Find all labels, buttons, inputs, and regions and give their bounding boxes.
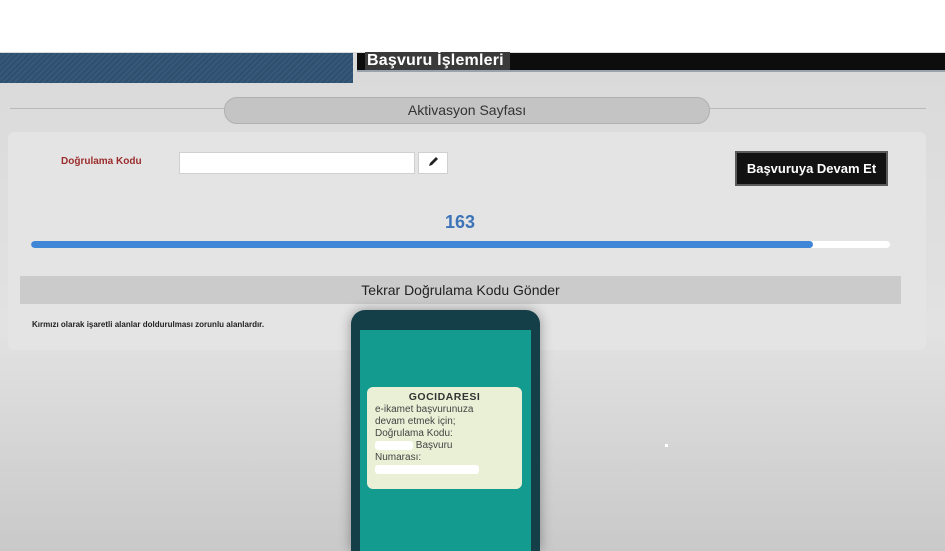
sms-line-1: e-ikamet başvurunuza: [375, 404, 474, 415]
divider-right: [708, 108, 926, 109]
sms-line-4: Başvuru: [415, 440, 453, 451]
countdown-progress-fill: [31, 241, 813, 248]
header-brand-block: [0, 53, 353, 83]
header-title: Başvuru İşlemleri: [365, 52, 510, 70]
sms-line-5: Numarası:: [375, 452, 422, 463]
countdown-progress-bar: [31, 241, 890, 248]
resend-code-button[interactable]: Tekrar Doğrulama Kodu Gönder: [20, 276, 901, 304]
sms-line-4-row: Başvuru: [375, 440, 514, 452]
pencil-icon: [428, 156, 439, 170]
edit-button[interactable]: [418, 152, 448, 174]
continue-application-button[interactable]: Başvuruya Devam Et: [735, 151, 888, 186]
required-fields-note: Kırmızı olarak işaretli alanlar doldurul…: [32, 320, 265, 329]
header-underline: [357, 70, 945, 72]
verification-code-label: Doğrulama Kodu: [61, 156, 142, 167]
countdown-timer: 163: [444, 212, 476, 232]
verification-code-input[interactable]: [179, 152, 415, 174]
divider-left: [10, 108, 224, 109]
redacted-code: [375, 440, 413, 450]
page-title: Aktivasyon Sayfası: [224, 97, 710, 124]
top-blank-area: [0, 0, 945, 52]
sms-line-2: devam etmek için;: [375, 416, 456, 427]
sms-message-bubble: GOCIDARESI e-ikamet başvurunuza devam et…: [367, 387, 522, 489]
redacted-application-number: [375, 464, 479, 474]
sms-redacted-row: [375, 464, 514, 476]
sms-sender: GOCIDARESI: [408, 391, 481, 403]
stray-dot: [665, 444, 668, 447]
header-bar: Başvuru İşlemleri: [357, 52, 945, 70]
sms-line-3: Doğrulama Kodu:: [375, 428, 453, 439]
